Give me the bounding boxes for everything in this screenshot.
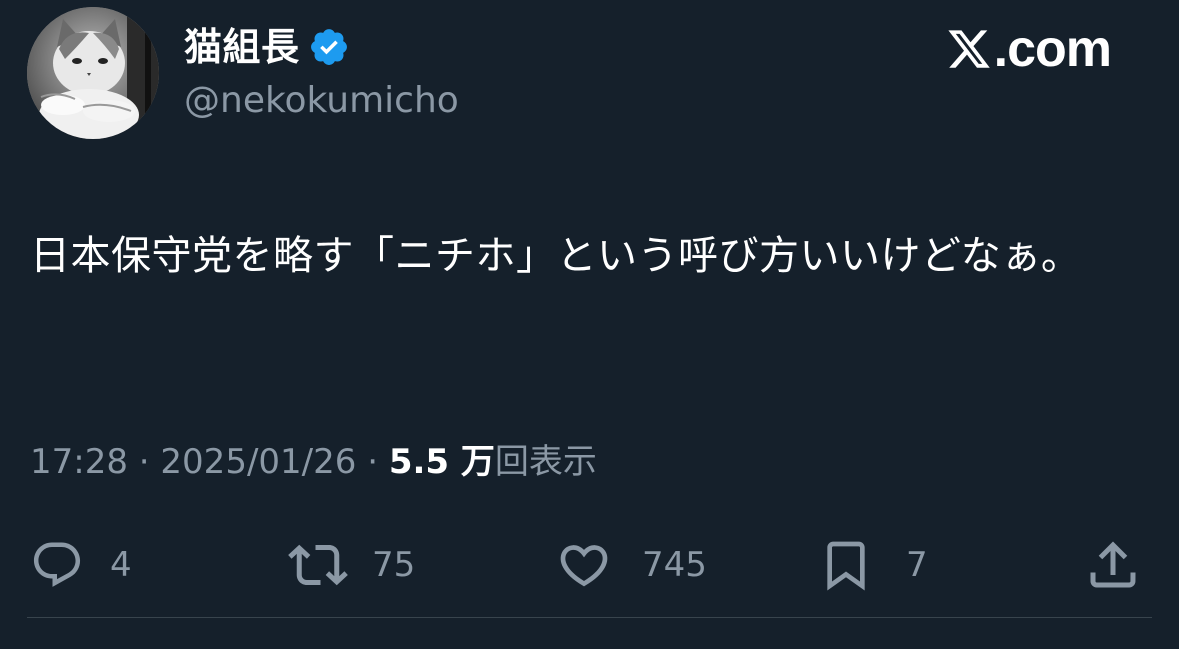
x-brand: .com xyxy=(946,20,1112,78)
bookmark-icon xyxy=(827,541,865,591)
views-label: 回表示 xyxy=(494,442,597,482)
reply-count: 4 xyxy=(110,545,132,585)
verified-badge-icon xyxy=(308,26,350,68)
retweet-count: 75 xyxy=(372,545,416,585)
reply-button[interactable]: 4 xyxy=(30,535,132,595)
bookmark-count: 7 xyxy=(906,545,928,585)
like-button[interactable]: 745 xyxy=(556,535,707,595)
x-logo-icon xyxy=(948,30,990,68)
tweet-meta: 17:28 · 2025/01/26 · 5.5 万回表示 xyxy=(30,440,597,484)
share-icon xyxy=(1090,541,1136,588)
meta-separator: · xyxy=(356,442,389,482)
user-handle[interactable]: @nekokumicho xyxy=(184,78,459,124)
brand-domain: .com xyxy=(993,20,1112,78)
tweet-text: 日本保守党を略す「ニチホ」という呼び方いいけどなぁ。 xyxy=(30,233,1082,279)
meta-separator: · xyxy=(127,442,161,482)
action-bar: 4 75 745 7 xyxy=(0,535,1179,595)
tweet-time[interactable]: 17:28 xyxy=(30,442,128,482)
bookmark-button[interactable]: 7 xyxy=(818,535,928,595)
share-button[interactable] xyxy=(1083,535,1143,595)
like-count: 745 xyxy=(642,545,707,585)
divider xyxy=(27,617,1152,618)
tweet-date[interactable]: 2025/01/26 xyxy=(160,442,356,482)
avatar[interactable] xyxy=(27,7,159,139)
heart-icon xyxy=(560,545,608,587)
views-count: 5.5 万 xyxy=(388,442,495,482)
retweet-icon xyxy=(288,544,348,586)
reply-icon xyxy=(33,542,81,587)
cat-avatar-image xyxy=(27,7,159,139)
display-name[interactable]: 猫組長 xyxy=(184,22,300,72)
tweet-card: 猫組長 @nekokumicho .com 日本保守党を略す「ニチホ」という呼び… xyxy=(0,0,1179,649)
retweet-button[interactable]: 75 xyxy=(288,535,415,595)
display-name-row: 猫組長 xyxy=(184,22,350,72)
